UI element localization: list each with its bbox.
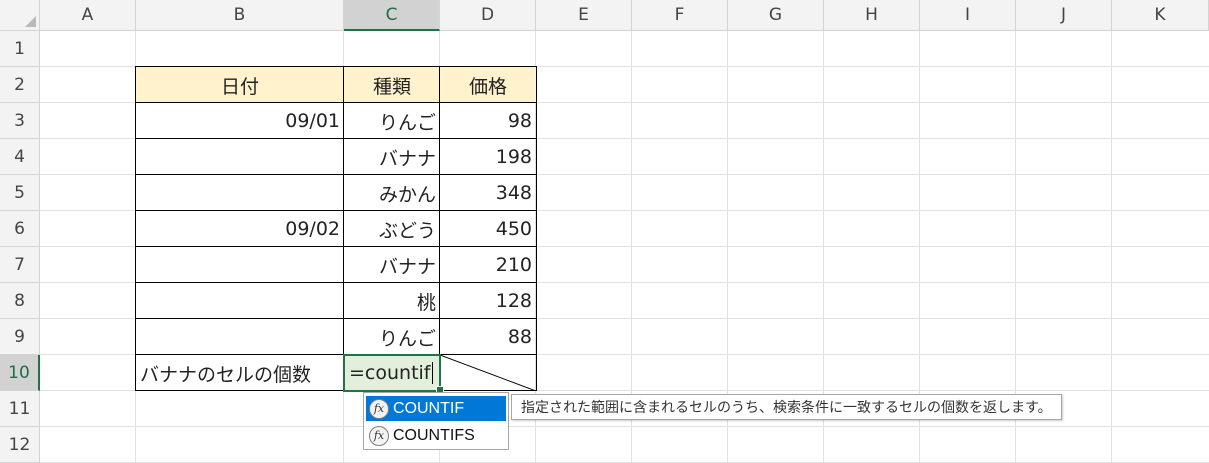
cell-d3[interactable]: 98 bbox=[440, 103, 536, 139]
autocomplete-item-countifs[interactable]: fx COUNTIFS bbox=[366, 423, 506, 448]
function-icon: fx bbox=[369, 398, 389, 419]
row-header-10[interactable]: 10 bbox=[0, 355, 40, 391]
autocomplete-item-countif[interactable]: fx COUNTIF bbox=[366, 396, 506, 421]
cell-b9[interactable] bbox=[136, 319, 344, 355]
column-header-b[interactable]: B bbox=[136, 0, 344, 31]
autocomplete-item-label: COUNTIFS bbox=[393, 426, 475, 444]
row-header-11[interactable]: 11 bbox=[0, 391, 40, 427]
cell-b7[interactable] bbox=[136, 247, 344, 283]
function-description-tooltip: 指定された範囲に含まれるセルのうち、検索条件に一致するセルの個数を返します。 bbox=[511, 394, 1062, 420]
column-header-a[interactable]: A bbox=[40, 0, 136, 31]
text-caret bbox=[431, 362, 433, 384]
cell-d4[interactable]: 198 bbox=[440, 139, 536, 175]
select-all-triangle-icon bbox=[25, 16, 36, 27]
cell-b3[interactable]: 09/01 bbox=[136, 103, 344, 139]
active-cell-c10[interactable]: =countif bbox=[343, 354, 441, 392]
cell-c5[interactable]: みかん bbox=[344, 175, 440, 211]
spreadsheet-grid: A B C D E F G H I J K 1 2 3 4 5 6 7 8 9 … bbox=[0, 0, 1209, 463]
column-header-j[interactable]: J bbox=[1016, 0, 1112, 31]
cell-d6[interactable]: 450 bbox=[440, 211, 536, 247]
cell-b6[interactable]: 09/02 bbox=[136, 211, 344, 247]
row-header-4[interactable]: 4 bbox=[0, 139, 40, 175]
row-header-7[interactable]: 7 bbox=[0, 247, 40, 283]
cell-b8[interactable] bbox=[136, 283, 344, 319]
row-header-9[interactable]: 9 bbox=[0, 319, 40, 355]
function-autocomplete-list: fx COUNTIF fx COUNTIFS bbox=[363, 392, 509, 450]
column-header-d[interactable]: D bbox=[440, 0, 536, 31]
cell-d9[interactable]: 88 bbox=[440, 319, 536, 355]
column-header-k[interactable]: K bbox=[1112, 0, 1209, 31]
cell-d2[interactable]: 価格 bbox=[440, 67, 536, 103]
column-header-c[interactable]: C bbox=[344, 0, 440, 31]
column-header-f[interactable]: F bbox=[632, 0, 728, 31]
cell-c6[interactable]: ぶどう bbox=[344, 211, 440, 247]
cell-c2[interactable]: 種類 bbox=[344, 67, 440, 103]
cell-c7[interactable]: バナナ bbox=[344, 247, 440, 283]
cell-c4[interactable]: バナナ bbox=[344, 139, 440, 175]
row-header-8[interactable]: 8 bbox=[0, 283, 40, 319]
column-header-i[interactable]: I bbox=[920, 0, 1016, 31]
row-header-3[interactable]: 3 bbox=[0, 103, 40, 139]
cell-c9[interactable]: りんご bbox=[344, 319, 440, 355]
cell-d8[interactable]: 128 bbox=[440, 283, 536, 319]
autocomplete-item-label: COUNTIF bbox=[393, 399, 465, 417]
cell-d7[interactable]: 210 bbox=[440, 247, 536, 283]
row-header-6[interactable]: 6 bbox=[0, 211, 40, 247]
row-header-1[interactable]: 1 bbox=[0, 31, 40, 67]
column-header-g[interactable]: G bbox=[728, 0, 824, 31]
column-header-e[interactable]: E bbox=[536, 0, 632, 31]
function-icon: fx bbox=[369, 425, 389, 446]
column-header-h[interactable]: H bbox=[824, 0, 920, 31]
cell-d10-diagonal-line bbox=[440, 355, 536, 391]
cell-d5[interactable]: 348 bbox=[440, 175, 536, 211]
cell-c3[interactable]: りんご bbox=[344, 103, 440, 139]
cell-c8[interactable]: 桃 bbox=[344, 283, 440, 319]
row-header-2[interactable]: 2 bbox=[0, 67, 40, 103]
row-header-12[interactable]: 12 bbox=[0, 427, 40, 463]
cell-b2[interactable]: 日付 bbox=[136, 67, 344, 103]
cell-b10[interactable]: バナナのセルの個数 bbox=[136, 355, 344, 391]
select-all-button[interactable] bbox=[0, 0, 40, 31]
cell-b4[interactable] bbox=[136, 139, 344, 175]
row-header-5[interactable]: 5 bbox=[0, 175, 40, 211]
cell-c10-input[interactable]: =countif bbox=[349, 362, 431, 384]
cell-b5[interactable] bbox=[136, 175, 344, 211]
